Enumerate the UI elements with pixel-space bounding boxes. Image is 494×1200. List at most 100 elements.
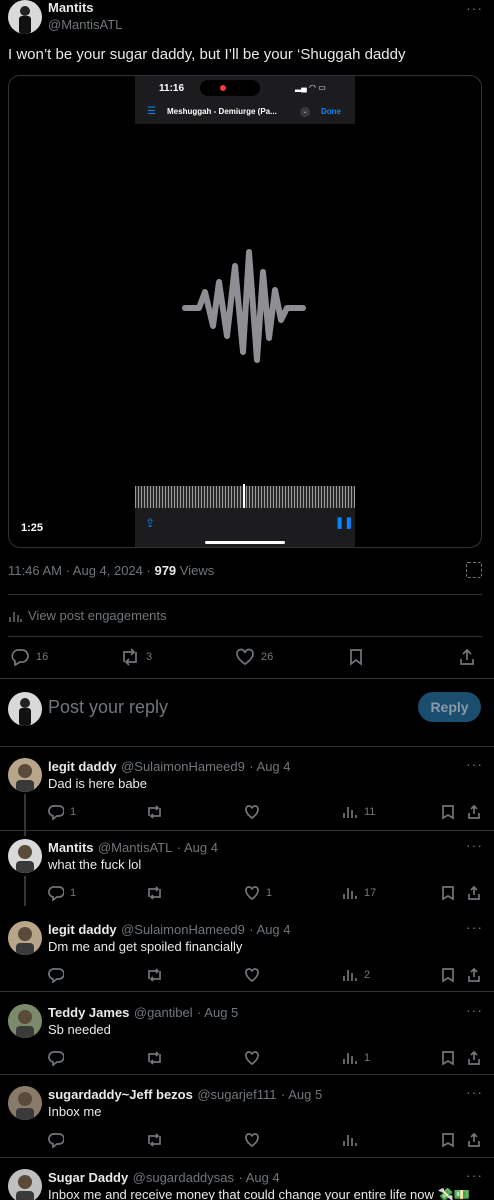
reply-button[interactable]: 16 bbox=[10, 648, 48, 666]
reply-author-name[interactable]: Teddy James bbox=[48, 1005, 129, 1020]
like-action[interactable] bbox=[244, 804, 266, 820]
like-action[interactable]: 1 bbox=[244, 885, 272, 901]
list-icon: ☰ bbox=[147, 106, 156, 117]
reply-date[interactable]: · Aug 4 bbox=[238, 1170, 279, 1185]
like-button[interactable]: 26 bbox=[235, 648, 273, 666]
reply-author-name[interactable]: legit daddy bbox=[48, 922, 117, 937]
repost-action[interactable] bbox=[146, 1050, 168, 1066]
reply-author-handle[interactable]: @SulaimonHameed9 bbox=[121, 922, 245, 937]
share-button[interactable] bbox=[458, 648, 476, 666]
user-avatar[interactable] bbox=[8, 692, 42, 726]
reply-author-handle[interactable]: @sugarjef111 bbox=[197, 1087, 276, 1102]
reply-input[interactable]: Post your reply bbox=[48, 697, 168, 718]
author-name[interactable]: Mantits bbox=[48, 0, 94, 15]
reply-date[interactable]: · Aug 5 bbox=[197, 1005, 238, 1020]
more-icon[interactable]: ··· bbox=[466, 919, 483, 935]
more-icon[interactable]: ··· bbox=[466, 0, 483, 16]
reply-icon bbox=[48, 805, 64, 820]
divider bbox=[0, 991, 494, 992]
reply-date[interactable]: · Aug 4 bbox=[249, 922, 290, 937]
repost-action[interactable] bbox=[146, 1132, 168, 1148]
post-engagements-link[interactable]: View post engagements bbox=[8, 608, 167, 623]
more-icon[interactable]: ··· bbox=[466, 1084, 483, 1100]
bookmark-action[interactable] bbox=[440, 967, 456, 983]
reply-date[interactable]: · Aug 5 bbox=[281, 1087, 322, 1102]
reply-date[interactable]: · Aug 4 bbox=[249, 759, 290, 774]
reply-author-name[interactable]: legit daddy bbox=[48, 759, 117, 774]
reply-avatar[interactable] bbox=[8, 839, 42, 873]
share-action[interactable] bbox=[466, 804, 482, 820]
reply-author-name[interactable]: sugardaddy~Jeff bezos bbox=[48, 1087, 193, 1102]
reply-author-handle[interactable]: @SulaimonHameed9 bbox=[121, 759, 245, 774]
bookmark-button[interactable] bbox=[348, 648, 364, 666]
more-icon[interactable]: ··· bbox=[466, 1167, 483, 1183]
reply-action[interactable]: 1 bbox=[48, 804, 76, 820]
reply-icon bbox=[48, 968, 64, 983]
reply-avatar[interactable] bbox=[8, 1169, 42, 1200]
more-icon[interactable]: ··· bbox=[466, 837, 483, 853]
bookmark-action[interactable] bbox=[440, 885, 456, 901]
phone-time: 11:16 bbox=[159, 83, 185, 94]
reply-avatar[interactable] bbox=[8, 1086, 42, 1120]
repost-action[interactable] bbox=[146, 804, 168, 820]
divider bbox=[0, 1157, 494, 1158]
bookmark-action[interactable] bbox=[440, 804, 456, 820]
divider bbox=[0, 678, 494, 679]
views-icon bbox=[343, 1135, 357, 1146]
views-action-count: 2 bbox=[364, 969, 371, 981]
bookmark-icon bbox=[350, 649, 362, 666]
repost-icon bbox=[148, 805, 161, 819]
reply-header: Mantits @MantisATL · Aug 4 bbox=[48, 839, 218, 857]
reply-avatar[interactable] bbox=[8, 921, 42, 955]
reply-avatar[interactable] bbox=[8, 1004, 42, 1038]
video-duration: 1:25 bbox=[21, 522, 44, 534]
post-timestamp[interactable]: 11:46 AM · Aug 4, 2024 · bbox=[8, 563, 154, 578]
bookmark-action[interactable] bbox=[440, 1050, 456, 1066]
repost-button[interactable]: 3 bbox=[120, 648, 152, 666]
reply-action-count: 1 bbox=[70, 887, 77, 899]
more-icon[interactable]: ··· bbox=[466, 756, 483, 772]
reply-author-handle[interactable]: @sugardaddysas bbox=[133, 1170, 234, 1185]
grok-icon[interactable] bbox=[466, 562, 482, 578]
bookmark-action[interactable] bbox=[440, 1132, 456, 1148]
phone-status-icons: ▂▄ ◠ ▭ bbox=[295, 83, 326, 92]
reply-header: legit daddy @SulaimonHameed9 · Aug 4 bbox=[48, 921, 291, 939]
more-icon[interactable]: ··· bbox=[466, 1002, 483, 1018]
heart-icon bbox=[245, 968, 259, 983]
views-action[interactable]: 11 bbox=[342, 804, 375, 820]
audio-scrubber[interactable] bbox=[135, 484, 355, 510]
like-action[interactable] bbox=[244, 1132, 266, 1148]
repost-action[interactable] bbox=[146, 885, 168, 901]
done-label: Done bbox=[321, 107, 341, 116]
reply-date[interactable]: · Aug 4 bbox=[177, 840, 218, 855]
like-action[interactable] bbox=[244, 967, 266, 983]
share-action[interactable] bbox=[466, 1050, 482, 1066]
views-action[interactable] bbox=[342, 1132, 364, 1148]
reply-action[interactable] bbox=[48, 1132, 70, 1148]
reply-submit-button[interactable]: Reply bbox=[418, 692, 481, 722]
reply-author-name[interactable]: Mantits bbox=[48, 840, 94, 855]
reply-header: legit daddy @SulaimonHameed9 · Aug 4 bbox=[48, 758, 291, 776]
share-icon[interactable]: ⇪ bbox=[145, 516, 155, 530]
reply-action[interactable] bbox=[48, 1050, 70, 1066]
pause-icon[interactable]: ❚❚ bbox=[335, 516, 353, 529]
reply-author-handle[interactable]: @gantibel bbox=[134, 1005, 193, 1020]
author-handle[interactable]: @MantisATL bbox=[48, 17, 122, 32]
share-action[interactable] bbox=[466, 885, 482, 901]
reply-icon bbox=[11, 649, 29, 666]
post-meta: 11:46 AM · Aug 4, 2024 · 979 Views bbox=[8, 563, 214, 578]
author-avatar[interactable] bbox=[8, 0, 42, 34]
reply-author-handle[interactable]: @MantisATL bbox=[98, 840, 172, 855]
video-player[interactable]: 11:16 ▂▄ ◠ ▭ ☰ Meshuggah - Demiurge (Pa.… bbox=[8, 75, 482, 548]
repost-action[interactable] bbox=[146, 967, 168, 983]
share-action[interactable] bbox=[466, 967, 482, 983]
reply-action[interactable]: 1 bbox=[48, 885, 76, 901]
reply-action[interactable] bbox=[48, 967, 70, 983]
like-action[interactable] bbox=[244, 1050, 266, 1066]
views-action[interactable]: 2 bbox=[342, 967, 370, 983]
reply-author-name[interactable]: Sugar Daddy bbox=[48, 1170, 128, 1185]
share-action[interactable] bbox=[466, 1132, 482, 1148]
views-action[interactable]: 17 bbox=[342, 885, 376, 901]
reply-avatar[interactable] bbox=[8, 758, 42, 792]
views-action[interactable]: 1 bbox=[342, 1050, 370, 1066]
